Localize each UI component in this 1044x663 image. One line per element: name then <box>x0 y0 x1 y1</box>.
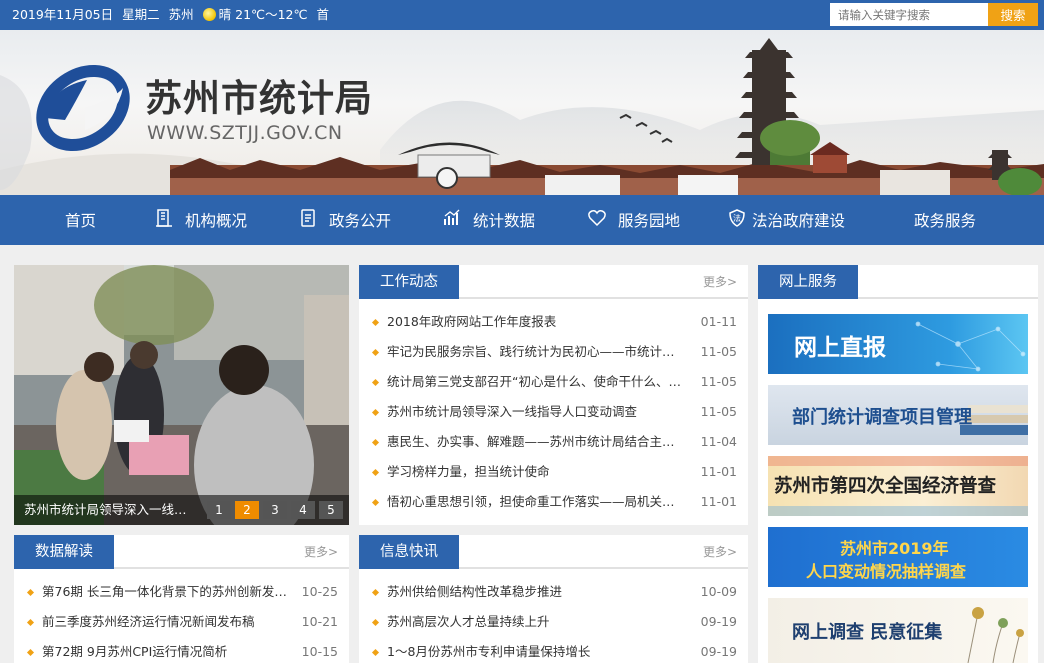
search-button[interactable]: 搜索 <box>988 3 1038 26</box>
header-banner: 苏州市统计局 WWW.SZTJJ.GOV.CN <box>0 30 1044 195</box>
online-reporting-label: 网上直报 <box>794 335 886 361</box>
list-item[interactable]: 前三季度苏州经济运行情况新闻发布稿 10-21 <box>14 607 349 637</box>
sun-weather-icon <box>202 8 216 21</box>
economic-census-banner[interactable]: 苏州市第四次全国经济普查 <box>768 456 1028 516</box>
info-news-list: 苏州供给侧结构性改革稳步推进 10-09 苏州高层次人才总量持续上升 09-19 1… <box>359 577 748 663</box>
homepage-link[interactable]: 首 <box>317 7 330 22</box>
list-item[interactable]: 悟初心重思想引领，担使命重工作落实——局机关党委… 11-01 <box>359 487 748 517</box>
chart-icon <box>444 209 460 225</box>
bullet-icon <box>371 438 380 447</box>
main-nav: 首页 机构概况 政务公开 统计数据 服务园地 法 法治政府建设 政务服务 <box>0 195 1044 245</box>
news-photo-slider[interactable]: 苏州市统计局领导深入一线… 12345 <box>14 265 349 525</box>
nav-service-garden-label: 服务园地 <box>618 212 681 230</box>
slider-page-1[interactable]: 1 <box>207 501 231 519</box>
weekday-text: 星期二 <box>122 7 160 22</box>
bureau-logo <box>36 65 130 151</box>
weather-text: 晴 21℃～12℃ <box>218 7 308 22</box>
work-news-panel: 工作动态 更多> 2018年政府网站工作年度报表 01-11 牢记为民服务宗旨、践… <box>359 265 748 525</box>
nav-organization-label: 机构概况 <box>185 212 248 230</box>
slider-photo <box>14 265 349 525</box>
bullet-icon <box>26 588 35 597</box>
bullet-icon <box>371 378 380 387</box>
bullet-icon <box>371 318 380 327</box>
nav-service-garden[interactable]: 服务园地 <box>588 195 680 245</box>
population-survey-banner[interactable]: 苏州市2019年 人口变动情况抽样调查 <box>768 527 1028 587</box>
work-news-header: 工作动态 更多> <box>359 265 748 299</box>
work-news-tab[interactable]: 工作动态 <box>359 265 459 299</box>
population-survey-year-label: 苏州市2019年 <box>840 539 949 558</box>
bullet-icon <box>371 648 380 657</box>
list-item[interactable]: 牢记为民服务宗旨、践行统计为民初心——市统计局党… 11-05 <box>359 337 748 367</box>
data-analysis-tab[interactable]: 数据解读 <box>14 535 114 569</box>
nav-rule-of-law[interactable]: 法 法治政府建设 <box>728 195 845 245</box>
date-weather-info: 2019年11月05日 星期二 苏州 晴 21℃～12℃ 首 <box>12 0 338 30</box>
svg-text:法: 法 <box>733 213 741 223</box>
bullet-icon <box>371 498 380 507</box>
info-news-header: 信息快讯 更多> <box>359 535 748 569</box>
nav-home-label: 首页 <box>65 212 97 230</box>
list-item[interactable]: 苏州高层次人才总量持续上升 09-19 <box>359 607 748 637</box>
building-icon <box>156 209 172 227</box>
work-news-list: 2018年政府网站工作年度报表 01-11 牢记为民服务宗旨、践行统计为民初心——… <box>359 307 748 517</box>
list-item[interactable]: 2018年政府网站工作年度报表 01-11 <box>359 307 748 337</box>
nav-home[interactable]: 首页 <box>65 195 96 245</box>
search-box: 搜索 <box>830 3 1038 26</box>
info-news-panel: 信息快讯 更多> 苏州供给侧结构性改革稳步推进 10-09 苏州高层次人才总量持续… <box>359 535 748 663</box>
slider-page-3[interactable]: 3 <box>263 501 287 519</box>
nav-statistics-label: 统计数据 <box>473 212 536 230</box>
work-news-more-link[interactable]: 更多> <box>703 265 737 299</box>
dept-survey-label: 部门统计调查项目管理 <box>792 407 972 428</box>
nav-organization[interactable]: 机构概况 <box>155 195 247 245</box>
nav-statistics[interactable]: 统计数据 <box>443 195 535 245</box>
list-item[interactable]: 第76期 长三角一体化背景下的苏州创新发展… 10-25 <box>14 577 349 607</box>
info-news-tab[interactable]: 信息快讯 <box>359 535 459 569</box>
site-title: 苏州市统计局 <box>145 77 373 120</box>
slider-pagination: 12345 <box>203 499 343 519</box>
bullet-icon <box>26 648 35 657</box>
heart-icon <box>588 210 606 227</box>
top-bar: 2019年11月05日星期二苏州 晴 21℃～12℃ 首 搜索 <box>0 0 1044 30</box>
data-analysis-header: 数据解读 更多> <box>14 535 349 569</box>
list-item[interactable]: 惠民生、办实事、解难题——苏州市统计局结合主题教… 11-04 <box>359 427 748 457</box>
online-service-header: 网上服务 <box>758 265 1038 299</box>
bullet-icon <box>371 468 380 477</box>
list-item[interactable]: 学习榜样力量，担当统计使命 11-01 <box>359 457 748 487</box>
data-analysis-more-link[interactable]: 更多> <box>304 535 338 569</box>
info-news-more-link[interactable]: 更多> <box>703 535 737 569</box>
data-analysis-panel: 数据解读 更多> 第76期 长三角一体化背景下的苏州创新发展… 10-25 前三季… <box>14 535 349 663</box>
slider-page-4[interactable]: 4 <box>291 501 315 519</box>
slider-page-2[interactable]: 2 <box>235 501 259 519</box>
city-text: 苏州 <box>168 7 194 22</box>
slider-page-5[interactable]: 5 <box>319 501 343 519</box>
nav-gov-services[interactable]: 政务服务 <box>914 195 976 245</box>
slider-caption-text: 苏州市统计局领导深入一线… <box>24 502 187 517</box>
bullet-icon <box>26 618 35 627</box>
online-service-tab[interactable]: 网上服务 <box>758 265 858 299</box>
list-item[interactable]: 第72期 9月苏州CPI运行情况简析 10-15 <box>14 637 349 663</box>
list-item[interactable]: 统计局第三党支部召开“初心是什么、使命干什么、奋… 11-05 <box>359 367 748 397</box>
economic-census-label: 苏州市第四次全国经济普查 <box>774 476 997 497</box>
law-shield-icon: 法 <box>729 209 745 227</box>
document-icon <box>301 209 315 227</box>
bullet-icon <box>371 408 380 417</box>
nav-rule-of-law-label: 法治政府建设 <box>752 212 846 230</box>
nav-gov-affairs[interactable]: 政务公开 <box>299 195 391 245</box>
bullet-icon <box>371 618 380 627</box>
bullet-icon <box>371 588 380 597</box>
dept-survey-management-banner[interactable]: 部门统计调查项目管理 <box>768 385 1028 445</box>
nav-gov-affairs-label: 政务公开 <box>329 212 392 230</box>
list-item[interactable]: 1～8月份苏州市专利申请量保持增长 09-19 <box>359 637 748 663</box>
site-url: WWW.SZTJJ.GOV.CN <box>147 122 343 144</box>
opinion-survey-label: 网上调查 民意征集 <box>792 622 943 643</box>
nav-gov-services-label: 政务服务 <box>914 212 977 230</box>
opinion-survey-banner[interactable]: 网上调查 民意征集 <box>768 598 1028 663</box>
online-reporting-banner[interactable]: 网上直报 <box>768 314 1028 374</box>
date-text: 2019年11月05日 <box>12 7 114 22</box>
bullet-icon <box>371 348 380 357</box>
data-analysis-list: 第76期 长三角一体化背景下的苏州创新发展… 10-25 前三季度苏州经济运行情况… <box>14 577 349 663</box>
list-item[interactable]: 苏州市统计局领导深入一线指导人口变动调查 11-05 <box>359 397 748 427</box>
population-survey-label: 人口变动情况抽样调查 <box>806 562 967 581</box>
search-input[interactable] <box>830 3 988 26</box>
list-item[interactable]: 苏州供给侧结构性改革稳步推进 10-09 <box>359 577 748 607</box>
